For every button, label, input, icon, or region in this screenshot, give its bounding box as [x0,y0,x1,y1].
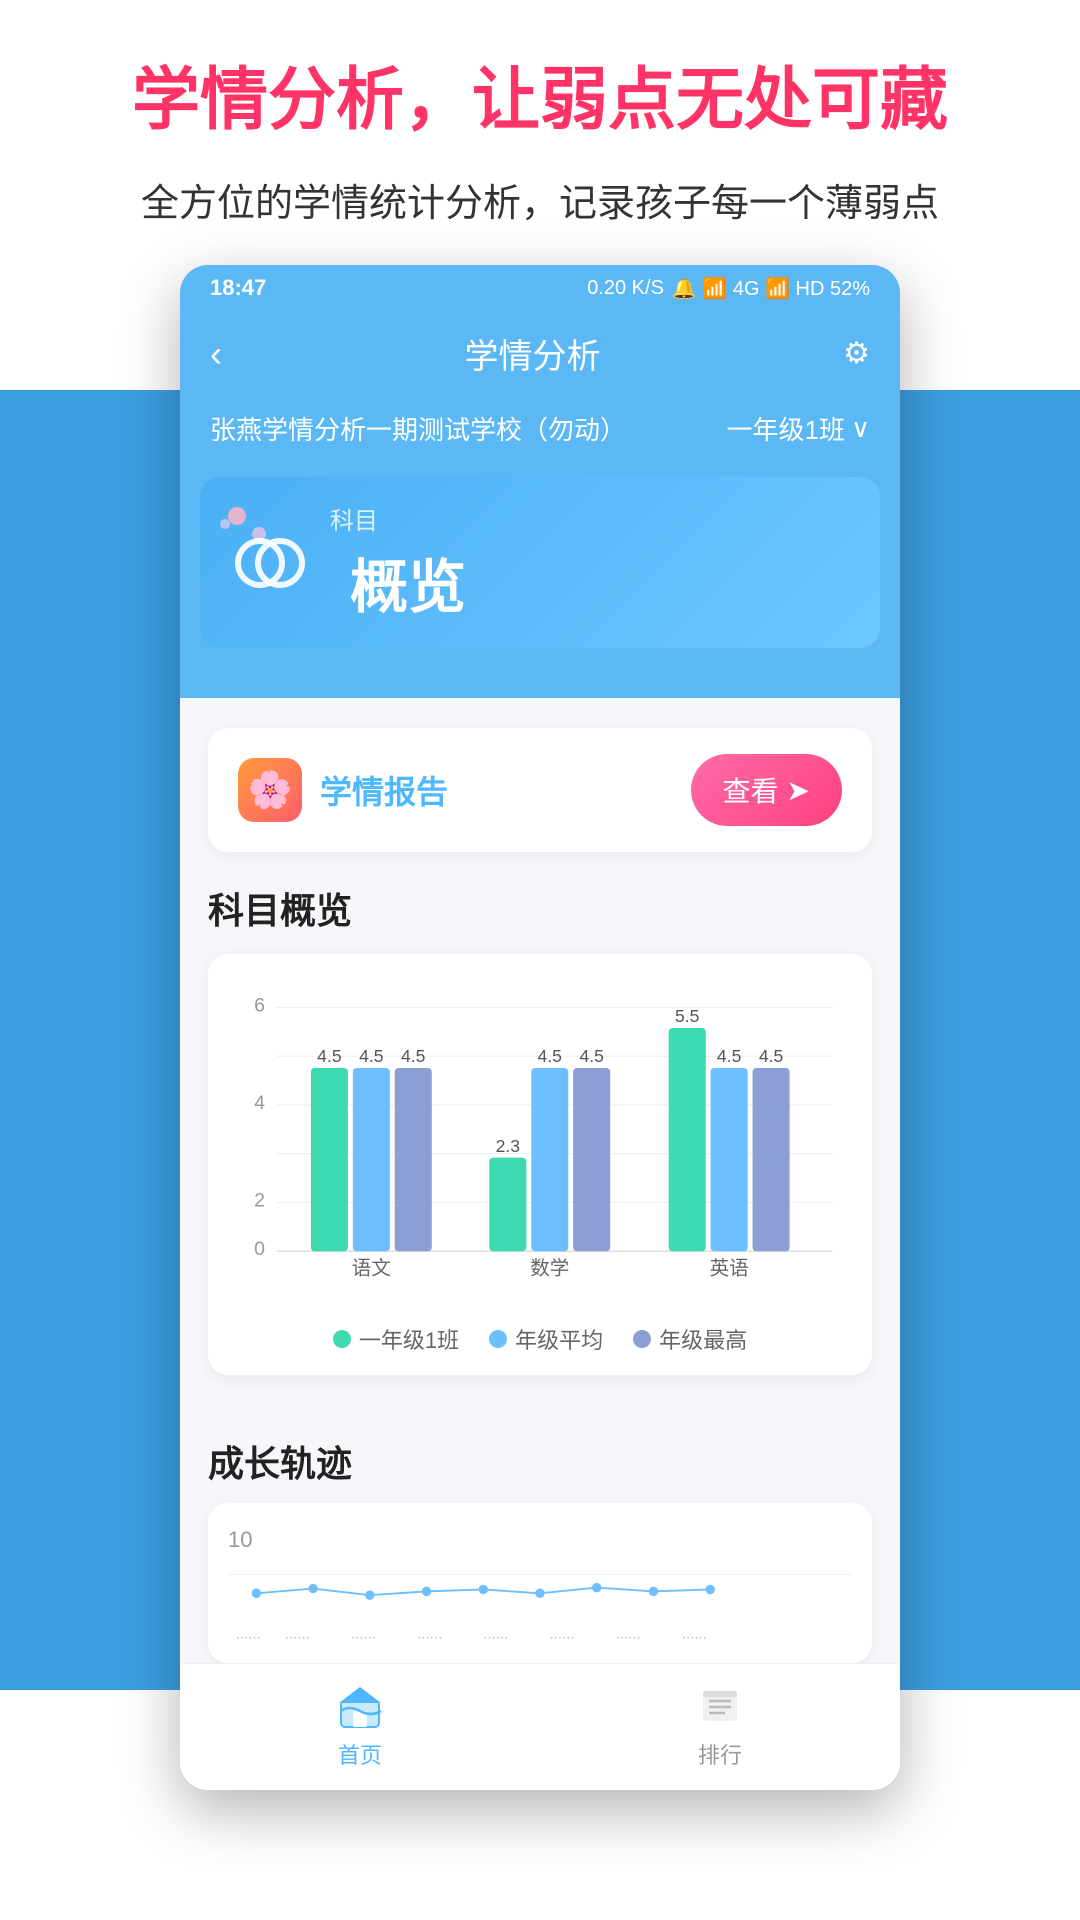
sub-title: 全方位的学情统计分析，记录孩子每一个薄弱点 [40,172,1040,227]
legend-dot-top [633,1330,651,1348]
dropdown-icon: ∨ [851,413,870,444]
status-time: 18:47 [210,275,266,301]
legend-item-class: 一年级1班 [333,1323,459,1355]
svg-text:4: 4 [254,1092,265,1114]
svg-text:4.5: 4.5 [317,1046,342,1066]
legend-label-class: 一年级1班 [359,1323,459,1355]
class-selector[interactable]: 一年级1班 ∨ [727,410,871,447]
view-btn-icon: ➤ [787,774,810,807]
report-text: 学情报告 [320,767,448,813]
view-btn-text: 查看 [723,770,779,810]
legend-label-avg: 年级平均 [515,1323,603,1355]
nav-item-home[interactable]: 首页 [334,1680,386,1770]
svg-text:4.5: 4.5 [579,1046,604,1066]
svg-text:数学: 数学 [530,1258,569,1280]
report-card: 🌸 学情报告 查看 ➤ [208,728,872,852]
deco-dot-3 [220,519,230,529]
legend-item-top: 年级最高 [633,1323,747,1355]
view-button[interactable]: 查看 ➤ [691,754,842,826]
legend-label-top: 年级最高 [659,1323,747,1355]
nav-bar: ‹ 学情分析 ⚙ [180,311,900,396]
growth-y-label: 10 [228,1527,852,1553]
class-name: 一年级1班 [727,410,845,447]
report-left: 🌸 学情报告 [238,758,448,822]
subject-overview: 概览 [350,540,466,624]
back-button[interactable]: ‹ [210,333,222,375]
nav-title: 学情分析 [465,329,601,378]
svg-text:......: ...... [285,1626,310,1643]
svg-text:0: 0 [254,1238,265,1260]
bottom-nav: 首页 排行 [180,1663,900,1790]
bar-chart-svg: 6 4 2 0 4.5 4.5 4.5 语文 [228,984,852,1304]
subject-tab-icon [230,523,310,603]
svg-text:......: ...... [236,1626,261,1643]
svg-text:4.5: 4.5 [401,1046,426,1066]
chart-legend: 一年级1班 年级平均 年级最高 [228,1323,852,1355]
chart-section: 科目概览 6 4 2 0 [208,882,872,1375]
status-right: 0.20 K/S 🔔 📶 4G 📶 HD 52% [587,276,870,301]
phone-mockup: 18:47 0.20 K/S 🔔 📶 4G 📶 HD 52% ‹ 学情分析 ⚙ … [180,265,900,1790]
subject-tab-container: 科目 概览 [180,461,900,698]
status-network: 0.20 K/S [587,277,664,300]
growth-title: 成长轨迹 [208,1435,872,1487]
rank-label: 排行 [698,1738,742,1770]
flower-icon: 🌸 [248,769,293,811]
report-icon: 🌸 [238,758,302,822]
svg-text:4.5: 4.5 [359,1046,384,1066]
school-bar: 张燕学情分析一期测试学校（勿动） 一年级1班 ∨ [180,396,900,461]
content-area: 🌸 学情报告 查看 ➤ 科目概览 [180,698,900,1435]
nav-item-rank[interactable]: 排行 [694,1680,746,1770]
status-bar: 18:47 0.20 K/S 🔔 📶 4G 📶 HD 52% [180,265,900,311]
rank-icon [694,1680,746,1732]
status-icons: 🔔 📶 4G 📶 HD 52% [672,276,870,301]
svg-text:4.5: 4.5 [759,1046,784,1066]
growth-chart-container: 10 ...... ...... ...... ...... ...... [208,1503,872,1663]
settings-icon[interactable]: ⚙ [843,336,870,371]
svg-text:......: ...... [682,1626,707,1643]
svg-text:2: 2 [254,1189,265,1211]
svg-text:5.5: 5.5 [675,1006,700,1026]
home-label: 首页 [338,1738,382,1770]
svg-text:......: ...... [483,1626,508,1643]
chart-container: 6 4 2 0 4.5 4.5 4.5 语文 [208,954,872,1375]
legend-item-avg: 年级平均 [489,1323,603,1355]
legend-dot-avg [489,1330,507,1348]
svg-text:语文: 语文 [352,1258,391,1280]
growth-section: 成长轨迹 10 ...... ...... ...... ...... [180,1435,900,1663]
svg-text:4.5: 4.5 [538,1046,563,1066]
svg-text:4.5: 4.5 [717,1046,742,1066]
chart-title: 科目概览 [208,882,872,934]
svg-text:......: ...... [417,1626,442,1643]
subject-label: 科目 [330,501,466,536]
svg-text:英语: 英语 [710,1258,749,1280]
svg-text:......: ...... [549,1626,574,1643]
main-title: 学情分析，让弱点无处可藏 [40,60,1040,142]
home-icon [334,1680,386,1732]
growth-chart-svg: ...... ...... ...... ...... ...... .....… [228,1553,852,1643]
subject-card[interactable]: 科目 概览 [200,477,880,648]
svg-text:2.3: 2.3 [496,1136,520,1156]
svg-text:6: 6 [254,994,265,1016]
svg-text:......: ...... [616,1626,641,1643]
legend-dot-class [333,1330,351,1348]
school-name: 张燕学情分析一期测试学校（勿动） [210,410,626,447]
svg-text:......: ...... [351,1626,376,1643]
